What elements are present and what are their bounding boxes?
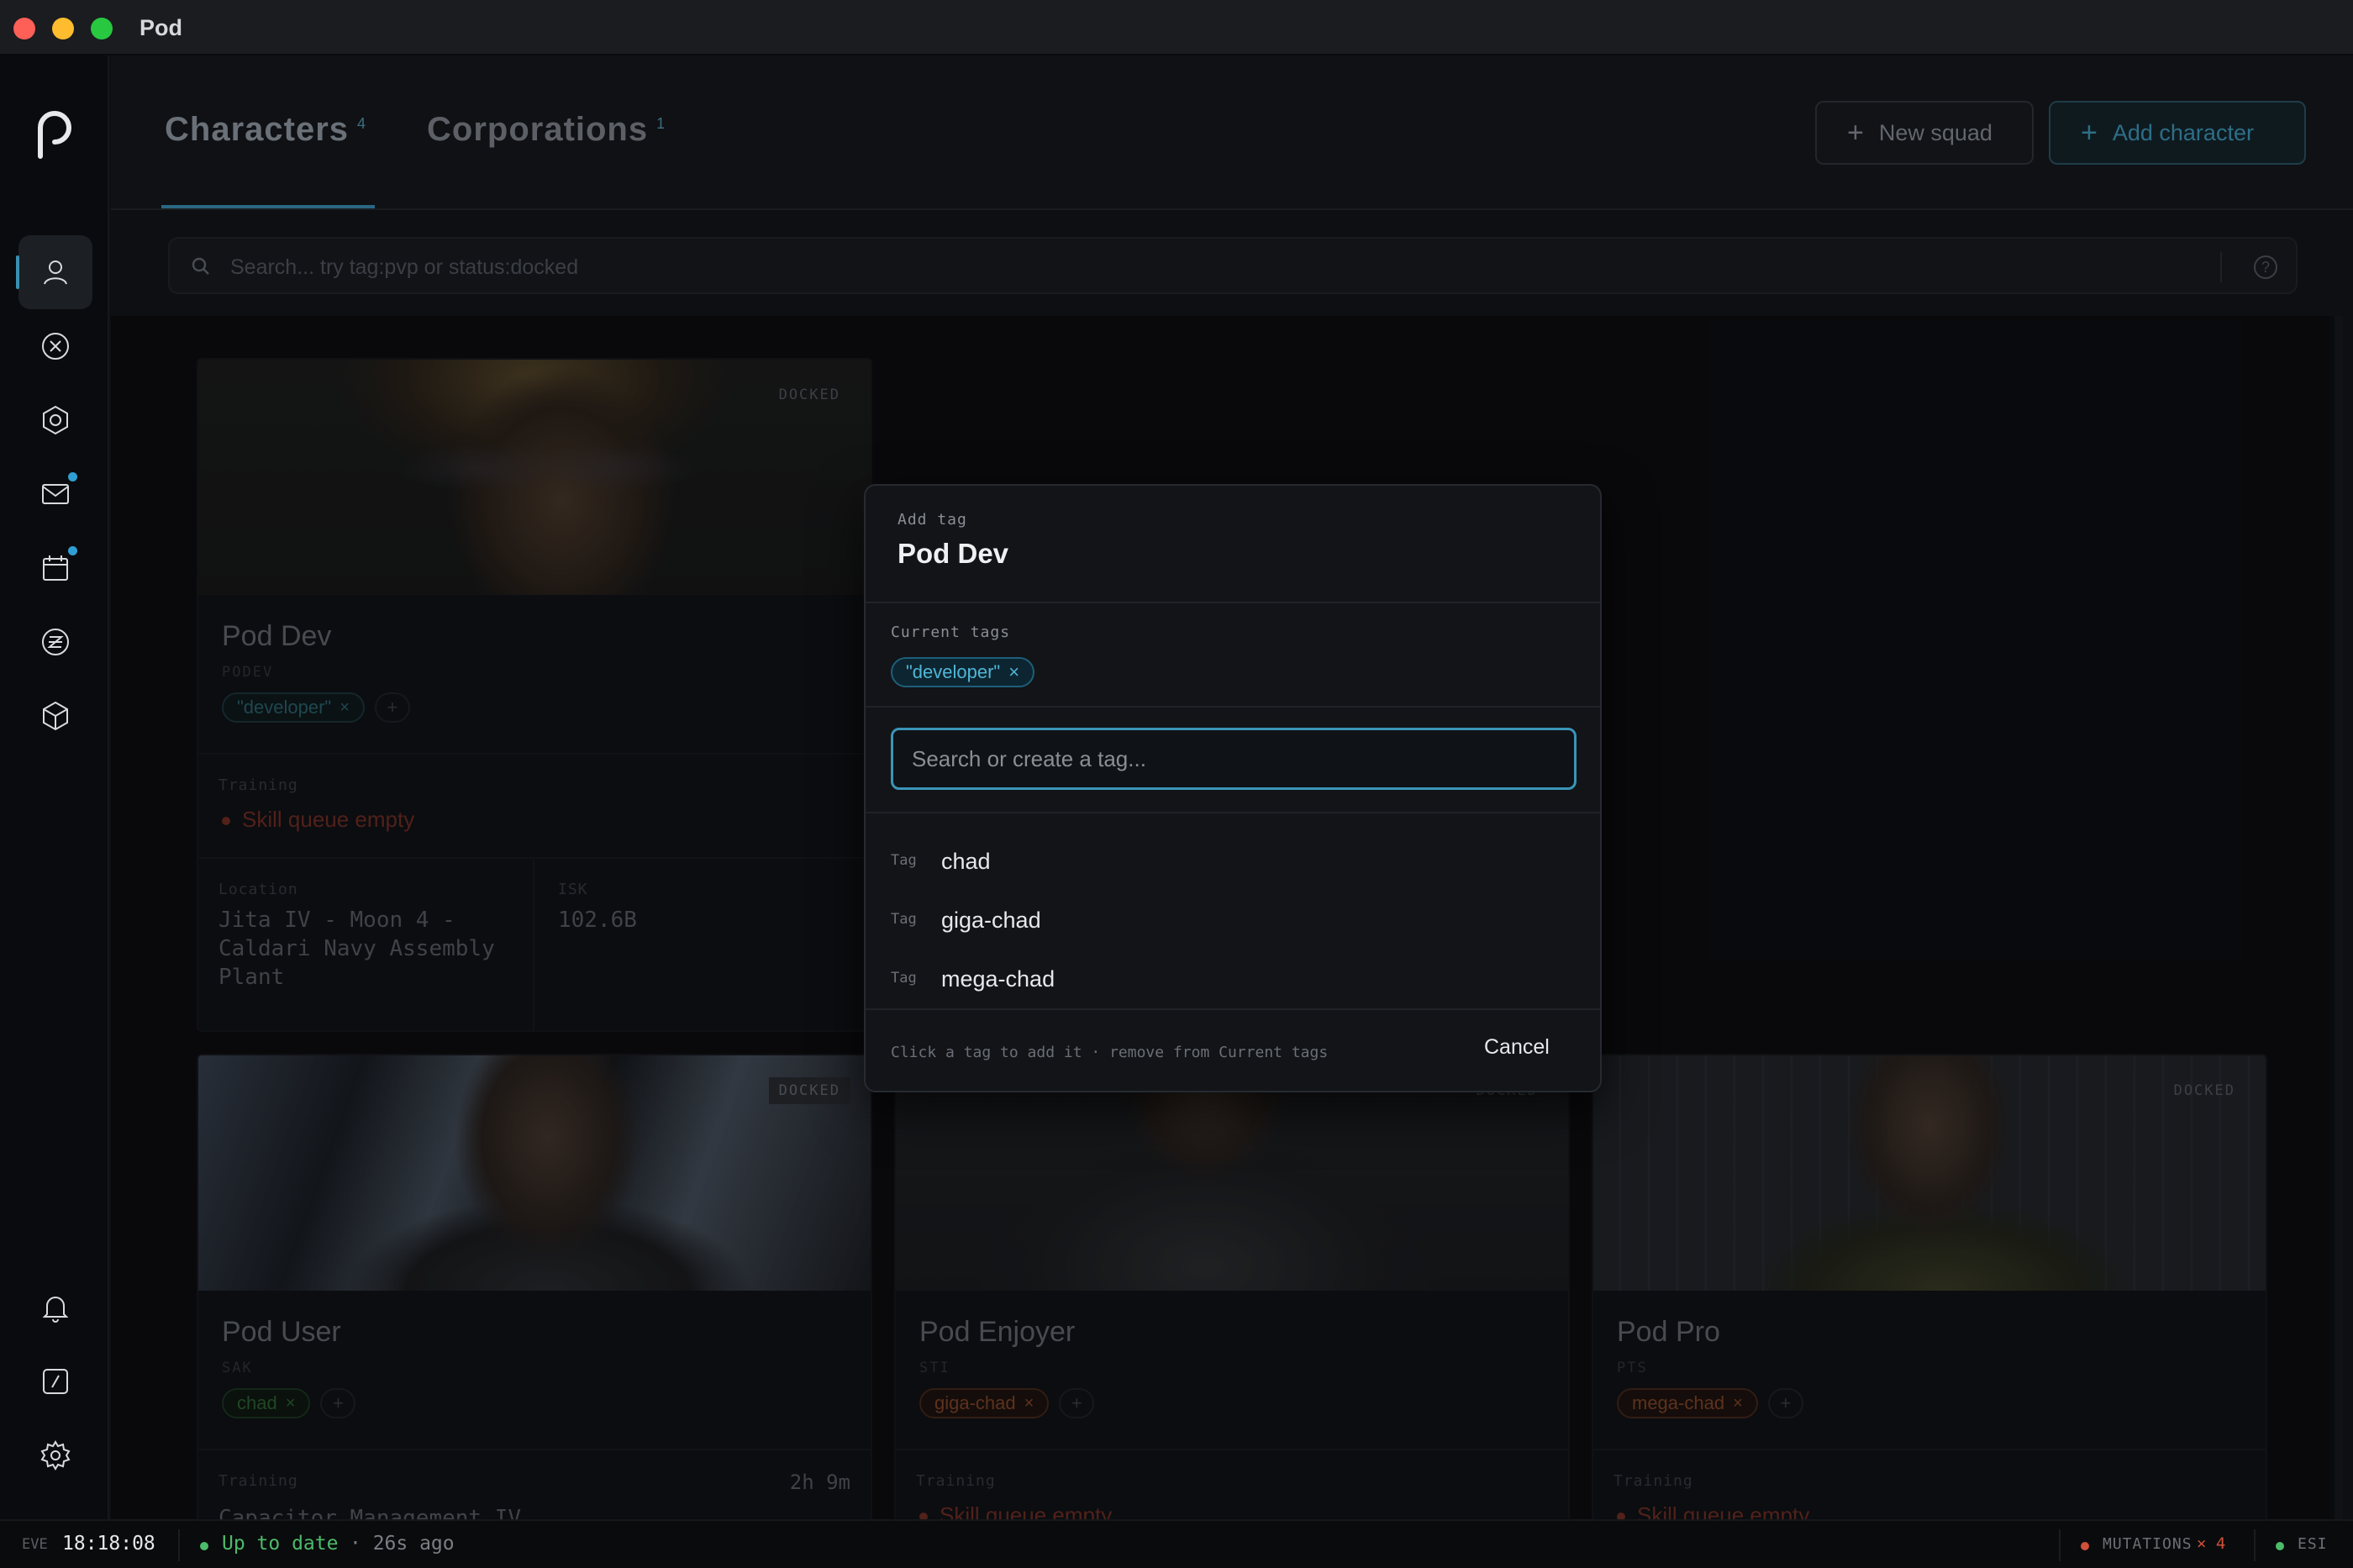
gear-icon [40,1440,71,1471]
divider [2220,252,2222,282]
mail-icon [42,484,69,504]
status-bar: EVE 18:18:08 Up to date · 26s ago MUTATI… [0,1519,2353,1568]
zoom-window-button[interactable] [91,18,113,39]
plus-icon: + [1847,116,1864,149]
option-name: mega-chad [941,966,1055,992]
dialog-title: Pod Dev [898,538,1009,569]
tab-count: 1 [656,114,666,132]
gauge-icon [43,1369,68,1394]
close-window-button[interactable] [13,18,35,39]
mutations-status-dot [2081,1542,2089,1550]
sidebar-item-notifications[interactable] [18,1271,92,1344]
divider [178,1529,180,1561]
tab-characters[interactable]: Characters 4 [165,111,366,149]
sidebar-item-killboard[interactable] [18,309,92,383]
tag-option[interactable]: Tag giga-chad [866,891,1600,950]
tag-option[interactable]: Tag chad [866,832,1600,891]
add-tag-dialog: Add tag Pod Dev Current tags "developer"… [864,484,1602,1092]
sidebar-item-status[interactable] [18,1344,92,1418]
plus-icon: + [2081,116,2098,149]
scrollbar[interactable] [2335,316,2343,1519]
help-icon[interactable]: ? [2254,255,2277,279]
unread-dot [68,472,77,481]
divider [866,602,1600,603]
tag-option[interactable]: Tag mega-chad [866,950,1600,1008]
tab-corporations[interactable]: Corporations 1 [427,111,666,149]
esi-status-dot [2276,1542,2284,1550]
sidebar-item-wallet[interactable] [18,605,92,679]
mutations-count: × 4 [2197,1534,2226,1553]
option-kind: Tag [891,852,917,869]
current-tags-label: Current tags [891,624,1011,641]
user-icon [44,260,67,285]
window-titlebar: Pod [0,0,2353,55]
bell-icon [42,1297,69,1323]
sidebar-item-assets[interactable] [18,383,92,457]
divider [2254,1529,2256,1561]
unread-dot [68,546,77,555]
circle-x-icon [42,333,69,360]
search-icon [192,257,209,275]
calendar-icon [43,555,68,581]
option-kind: Tag [891,970,917,987]
tag-search-input[interactable] [891,728,1577,790]
divider [866,1008,1600,1010]
pod-logo-icon[interactable] [34,106,76,160]
sidebar-item-calendar[interactable] [18,531,92,605]
esi-label[interactable]: ESI [2298,1535,2328,1553]
dialog-subtitle: Add tag [898,511,967,529]
eve-clock: 18:18:08 [62,1533,155,1555]
z-circle-icon [42,629,69,655]
page-header: Characters 4 Corporations 1 + New squad + Ad… [111,55,2353,210]
divider [2059,1529,2061,1561]
sync-age: · 26s ago [350,1533,455,1555]
sidebar-item-industry[interactable] [18,679,92,753]
divider [866,812,1600,813]
remove-tag-icon[interactable]: × [1008,661,1019,683]
tab-count: 4 [357,114,367,132]
option-kind: Tag [891,911,917,928]
minimize-window-button[interactable] [52,18,74,39]
current-tag-chip[interactable]: "developer" × [891,657,1035,687]
sidebar-item-characters[interactable] [16,235,92,309]
eve-time-label: EVE [22,1536,48,1553]
active-tab-indicator [161,205,375,208]
cancel-button[interactable]: Cancel [1484,1035,1550,1060]
sidebar [0,55,109,1519]
divider [866,706,1600,708]
search-input[interactable]: Search... try tag:pvp or status:docked [230,255,578,280]
sidebar-item-mail[interactable] [18,457,92,531]
mutations-label[interactable]: MUTATIONS [2103,1535,2192,1553]
sync-status-dot [200,1542,208,1550]
sync-status: Up to date [222,1533,339,1555]
search-bar[interactable]: Search... try tag:pvp or status:docked ? [168,237,2298,294]
hexagon-icon [43,405,68,435]
add-character-button[interactable]: + Add character [2049,101,2306,165]
option-name: chad [941,849,991,874]
new-squad-button[interactable]: + New squad [1815,101,2034,165]
cube-icon [43,701,68,731]
window-title: Pod [139,15,182,40]
sidebar-item-settings[interactable] [18,1418,92,1492]
dialog-hint: Click a tag to add it · remove from Curr… [891,1044,1329,1061]
option-name: giga-chad [941,908,1041,933]
